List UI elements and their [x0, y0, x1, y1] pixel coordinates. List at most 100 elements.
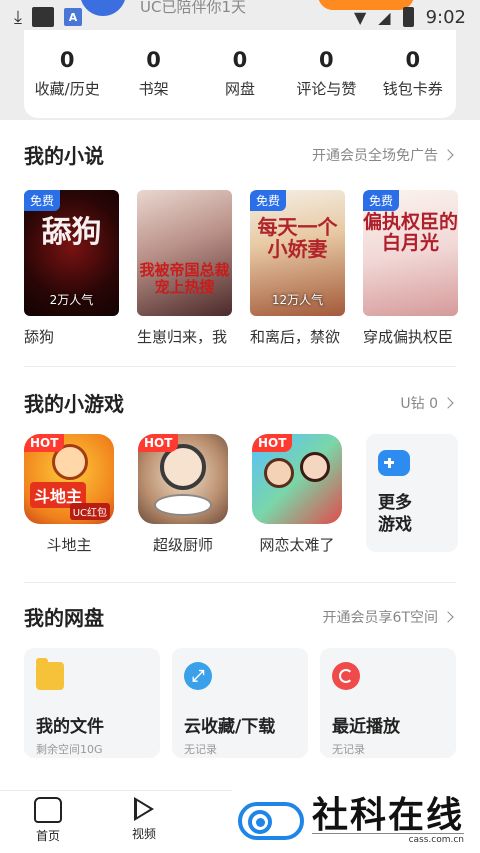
popularity-label: 12万人气 — [271, 293, 324, 307]
gamepad-icon — [378, 450, 410, 476]
app-notification-icon — [31, 7, 54, 27]
cloud-collect-card[interactable]: 云收藏/下载 无记录 — [172, 648, 308, 758]
cloud-collect-icon — [184, 662, 212, 690]
u-diamond-label: U钻 0 — [400, 395, 438, 412]
stats-card: 0 收藏/历史 0 书架 0 网盘 0 评论与赞 0 钱包卡券 — [24, 30, 456, 118]
stat-value: 0 — [405, 48, 421, 72]
novel-name: 和离后，禁欲 — [250, 328, 341, 346]
novel-item[interactable]: 免费 每天一个小娇妻 12万人气 和离后，禁欲 — [250, 190, 345, 347]
chevron-right-icon — [442, 610, 454, 623]
nav-video-label: 视频 — [131, 827, 156, 841]
game-item[interactable]: 斗地主 UC红包 HOT 斗地主 — [24, 434, 114, 555]
watermark-overlay: 社科在线 cass.com.cn — [232, 786, 480, 853]
stat-cloud-disk[interactable]: 0 网盘 — [197, 48, 283, 118]
battery-icon — [402, 7, 414, 27]
disk-vip-link[interactable]: 开通会员享6T空间 — [323, 607, 456, 627]
games-section-header: 我的小游戏 U钻 0 — [24, 388, 456, 417]
wifi-icon: ▼ — [353, 7, 367, 27]
folder-icon — [36, 658, 64, 690]
free-badge: 免费 — [24, 190, 61, 211]
watermark-title: 社科在线 — [312, 793, 465, 836]
card-subtitle: 剩余空间10G — [36, 743, 103, 756]
stat-label: 收藏/历史 — [34, 80, 100, 98]
nav-video[interactable]: 视频 — [114, 797, 174, 842]
cover-title: 舔狗 — [41, 215, 102, 250]
u-diamond-link[interactable]: U钻 0 — [400, 393, 456, 413]
disk-cards: 我的文件 剩余空间10G 云收藏/下载 无记录 最近播放 无记录 — [24, 648, 456, 758]
super-chef-game-icon: HOT — [138, 434, 228, 524]
disk-section-title: 我的网盘 — [24, 606, 104, 630]
disk-vip-link-label: 开通会员享6T空间 — [322, 609, 438, 626]
card-title: 我的文件 — [36, 717, 104, 737]
my-files-card[interactable]: 我的文件 剩余空间10G — [24, 648, 160, 758]
cover-title: 偏执权臣的白月光 — [363, 211, 458, 254]
game-name: 超级厨师 — [152, 536, 213, 554]
novel-item[interactable]: 免费 舔狗 2万人气 舔狗 — [24, 190, 119, 347]
cover-title: 我被帝国总裁宠上热搜 — [139, 261, 230, 296]
stat-value: 0 — [146, 48, 161, 72]
watermark-url: cass.com.cn — [312, 832, 465, 845]
novels-vip-link[interactable]: 开通会员全场免广告 — [312, 145, 456, 165]
home-icon — [34, 797, 62, 823]
section-divider — [24, 366, 456, 367]
novel-name: 生崽归来，我 — [137, 328, 228, 346]
stat-wallet-coupons[interactable]: 0 钱包卡券 — [370, 48, 456, 118]
boy-face-icon — [264, 458, 294, 488]
stat-comments-likes[interactable]: 0 评论与赞 — [283, 48, 369, 118]
stat-value: 0 — [232, 48, 248, 72]
hot-badge: HOT — [24, 434, 65, 452]
stat-label: 书架 — [138, 80, 169, 98]
hot-badge: HOT — [138, 434, 179, 452]
signal-icon: ◢ — [378, 7, 391, 27]
card-title: 最近播放 — [332, 717, 400, 737]
girl-face-icon — [300, 452, 330, 482]
card-subtitle: 无记录 — [184, 743, 217, 756]
game-item[interactable]: HOT 超级厨师 — [138, 434, 228, 555]
chevron-right-icon — [442, 148, 454, 161]
novel-cover: 免费 每天一个小娇妻 12万人气 — [250, 190, 345, 316]
novel-item[interactable]: 免费 偏执权臣的白月光 穿成偏执权臣 — [363, 190, 458, 347]
doudizhu-game-icon: 斗地主 UC红包 HOT — [24, 434, 114, 524]
nav-home[interactable]: 首页 — [18, 797, 78, 844]
novel-name: 穿成偏执权臣 — [363, 328, 454, 346]
game-name: 斗地主 — [46, 536, 92, 554]
watermark-logo-icon — [238, 796, 304, 844]
cover-title: 每天一个小娇妻 — [257, 215, 338, 261]
nav-home-label: 首页 — [35, 829, 60, 843]
free-badge: 免费 — [363, 190, 400, 211]
recent-play-icon — [332, 662, 360, 690]
keyboard-a-icon: A — [63, 8, 82, 26]
popularity-label: 2万人气 — [49, 293, 94, 307]
novel-cover: 免费 舔狗 2万人气 — [24, 190, 119, 316]
section-divider — [24, 582, 456, 583]
game-item[interactable]: HOT 网恋太难了 — [252, 434, 342, 555]
chevron-right-icon — [442, 396, 454, 409]
game-icon-subtext: UC红包 — [69, 503, 110, 520]
stat-favorites-history[interactable]: 0 收藏/历史 — [24, 48, 110, 118]
video-play-icon — [134, 797, 154, 821]
game-name: 网恋太难了 — [259, 536, 335, 554]
more-games-button[interactable]: 更多游戏 — [366, 434, 458, 552]
free-badge: 免费 — [250, 190, 287, 211]
watermark-text: 社科在线 cass.com.cn — [312, 793, 465, 845]
card-subtitle: 无记录 — [332, 743, 365, 756]
novel-cover: 免费 偏执权臣的白月光 — [363, 190, 458, 316]
novels-section-header: 我的小说 开通会员全场免广告 — [24, 140, 456, 169]
more-games-label: 更多游戏 — [378, 493, 412, 535]
games-list: 斗地主 UC红包 HOT 斗地主 HOT 超级厨师 HOT 网恋太难了 更多游戏 — [24, 434, 480, 555]
stat-value: 0 — [59, 48, 75, 72]
stat-value: 0 — [319, 48, 334, 72]
stat-label: 钱包卡券 — [382, 80, 443, 98]
stat-bookshelf[interactable]: 0 书架 — [111, 48, 197, 118]
disk-section-header: 我的网盘 开通会员享6T空间 — [24, 602, 456, 631]
stat-label: 评论与赞 — [296, 80, 357, 98]
plate-icon — [154, 494, 212, 516]
online-dating-game-icon: HOT — [252, 434, 342, 524]
stat-label: 网盘 — [224, 80, 255, 98]
recent-play-card[interactable]: 最近播放 无记录 — [320, 648, 456, 758]
status-time: 9:02 — [425, 6, 466, 28]
novel-item[interactable]: 我被帝国总裁宠上热搜 生崽归来，我 — [137, 190, 232, 347]
novels-vip-link-label: 开通会员全场免广告 — [312, 147, 438, 164]
download-icon: ⤓ — [14, 6, 22, 28]
hot-badge: HOT — [252, 434, 293, 452]
